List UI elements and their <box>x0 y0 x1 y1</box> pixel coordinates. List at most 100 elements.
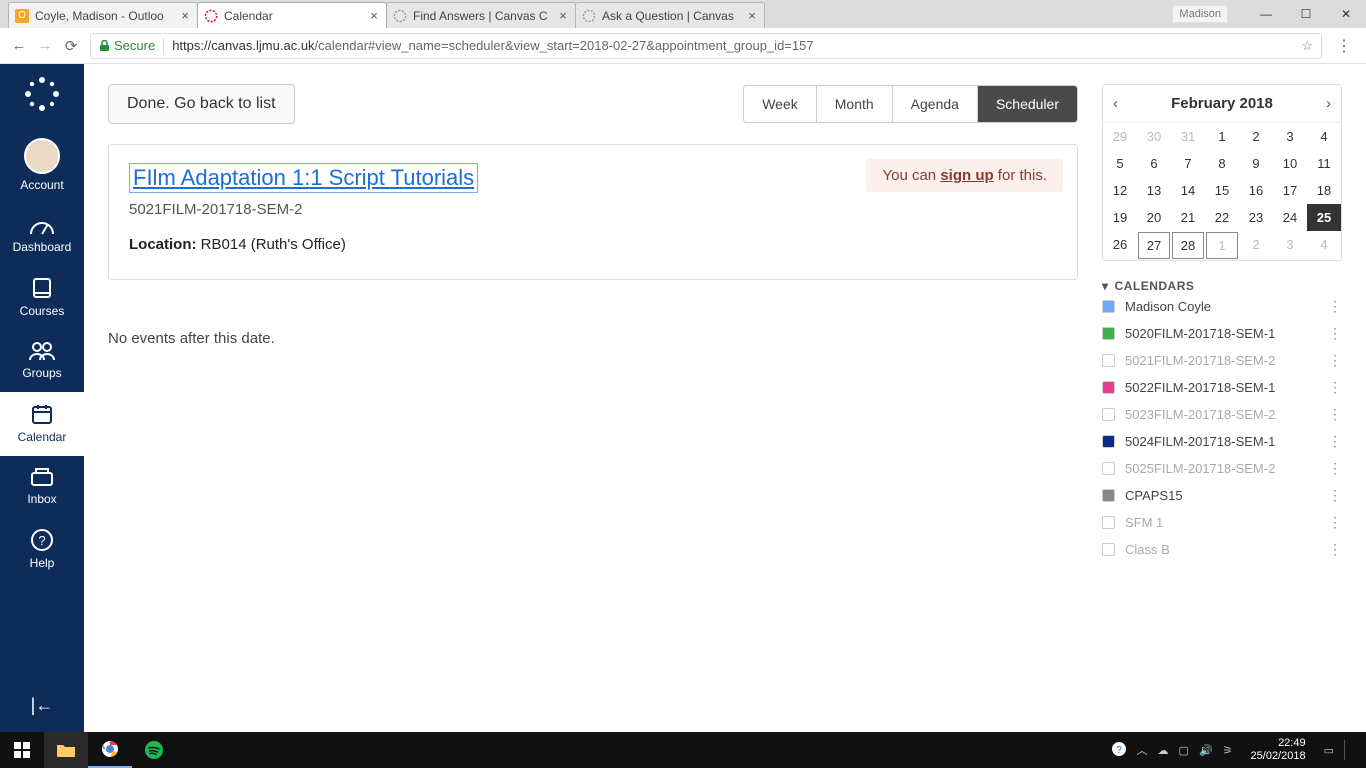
mini-calendar-day[interactable]: 25 <box>1307 204 1341 231</box>
kebab-icon[interactable]: ⋮ <box>1328 487 1342 504</box>
mini-calendar-day[interactable]: 8 <box>1205 150 1239 177</box>
mini-calendar-day[interactable]: 10 <box>1273 150 1307 177</box>
mini-calendar-day[interactable]: 22 <box>1205 204 1239 231</box>
nav-help[interactable]: ? Help <box>0 518 84 582</box>
kebab-icon[interactable]: ⋮ <box>1328 460 1342 477</box>
mini-calendar-day[interactable]: 30 <box>1137 123 1171 150</box>
mini-calendar-day[interactable]: 18 <box>1307 177 1341 204</box>
kebab-icon[interactable]: ⋮ <box>1328 379 1342 396</box>
kebab-icon[interactable]: ⋮ <box>1328 433 1342 450</box>
mini-calendar-day[interactable]: 11 <box>1307 150 1341 177</box>
mini-calendar-day[interactable]: 21 <box>1171 204 1205 231</box>
mini-calendar-day[interactable]: 29 <box>1103 123 1137 150</box>
bookmark-star-icon[interactable]: ☆ <box>1295 38 1313 54</box>
mini-calendar-day[interactable]: 28 <box>1172 232 1204 259</box>
nav-groups[interactable]: Groups <box>0 330 84 392</box>
close-icon[interactable]: × <box>557 8 569 23</box>
browser-menu-button[interactable]: ⋮ <box>1328 36 1360 56</box>
taskbar-file-explorer[interactable] <box>44 732 88 768</box>
kebab-icon[interactable]: ⋮ <box>1328 325 1342 342</box>
mini-calendar-day[interactable]: 1 <box>1206 232 1238 259</box>
tray-battery-icon[interactable]: ▢ <box>1179 744 1189 757</box>
calendar-color-swatch[interactable] <box>1102 300 1115 313</box>
reload-button[interactable]: ⟳ <box>58 33 84 59</box>
address-bar[interactable]: Secure https://canvas.ljmu.ac.uk/calenda… <box>90 33 1322 59</box>
mini-calendar-day[interactable]: 4 <box>1307 123 1341 150</box>
close-icon[interactable]: × <box>368 8 380 23</box>
tray-volume-icon[interactable]: 🔊 <box>1199 744 1213 757</box>
appointment-title-link[interactable]: FIlm Adaptation 1:1 Script Tutorials <box>129 163 478 193</box>
calendar-list-item[interactable]: CPAPS15⋮ <box>1102 482 1342 509</box>
calendar-list-item[interactable]: 5020FILM-201718-SEM-1⋮ <box>1102 320 1342 347</box>
nav-dashboard[interactable]: Dashboard <box>0 204 84 266</box>
window-maximize-button[interactable]: ☐ <box>1286 1 1326 27</box>
calendar-list-item[interactable]: 5021FILM-201718-SEM-2⋮ <box>1102 347 1342 374</box>
calendar-list-item[interactable]: 5025FILM-201718-SEM-2⋮ <box>1102 455 1342 482</box>
tray-onedrive-icon[interactable]: ☁ <box>1158 744 1169 757</box>
nav-inbox[interactable]: Inbox <box>0 456 84 518</box>
calendar-color-swatch[interactable] <box>1102 327 1115 340</box>
nav-calendar[interactable]: Calendar <box>0 392 84 456</box>
mini-calendar-day[interactable]: 17 <box>1273 177 1307 204</box>
mini-calendar-day[interactable]: 3 <box>1273 231 1307 258</box>
calendar-list-item[interactable]: 5023FILM-201718-SEM-2⋮ <box>1102 401 1342 428</box>
mini-calendar-day[interactable]: 15 <box>1205 177 1239 204</box>
calendar-list-item[interactable]: Class B⋮ <box>1102 536 1342 563</box>
mini-calendar-day[interactable]: 31 <box>1171 123 1205 150</box>
view-tab-week[interactable]: Week <box>744 86 816 122</box>
kebab-icon[interactable]: ⋮ <box>1328 298 1342 315</box>
mini-calendar-day[interactable]: 27 <box>1138 232 1170 259</box>
calendar-list-item[interactable]: 5024FILM-201718-SEM-1⋮ <box>1102 428 1342 455</box>
mini-calendar-day[interactable]: 23 <box>1239 204 1273 231</box>
back-button[interactable]: ← <box>6 33 32 59</box>
browser-tab[interactable]: O Coyle, Madison - Outloo × <box>8 2 198 28</box>
calendar-color-swatch[interactable] <box>1102 543 1115 556</box>
canvas-logo[interactable] <box>22 74 62 114</box>
nav-courses[interactable]: Courses <box>0 266 84 330</box>
taskbar-spotify[interactable] <box>132 732 176 768</box>
mini-calendar-day[interactable]: 1 <box>1205 123 1239 150</box>
taskbar-chrome[interactable] <box>88 732 132 768</box>
view-tab-scheduler[interactable]: Scheduler <box>977 86 1077 122</box>
mini-calendar-day[interactable]: 13 <box>1137 177 1171 204</box>
mini-calendar-day[interactable]: 12 <box>1103 177 1137 204</box>
kebab-icon[interactable]: ⋮ <box>1328 541 1342 558</box>
signup-link[interactable]: sign up <box>940 167 993 184</box>
mini-calendar-day[interactable]: 3 <box>1273 123 1307 150</box>
mini-calendar-day[interactable]: 14 <box>1171 177 1205 204</box>
kebab-icon[interactable]: ⋮ <box>1328 352 1342 369</box>
kebab-icon[interactable]: ⋮ <box>1328 406 1342 423</box>
calendar-color-swatch[interactable] <box>1102 381 1115 394</box>
calendar-color-swatch[interactable] <box>1102 516 1115 529</box>
tray-chevron-up-icon[interactable]: ︿ <box>1137 742 1148 758</box>
calendar-color-swatch[interactable] <box>1102 489 1115 502</box>
window-close-button[interactable]: ✕ <box>1326 1 1366 27</box>
mini-calendar-day[interactable]: 6 <box>1137 150 1171 177</box>
mini-calendar-day[interactable]: 2 <box>1239 231 1273 258</box>
view-tab-month[interactable]: Month <box>816 86 892 122</box>
browser-tab[interactable]: Find Answers | Canvas C × <box>386 2 576 28</box>
mini-calendar-day[interactable]: 16 <box>1239 177 1273 204</box>
mini-calendar-day[interactable]: 24 <box>1273 204 1307 231</box>
mini-calendar-day[interactable]: 26 <box>1103 231 1137 258</box>
mini-calendar-day[interactable]: 7 <box>1171 150 1205 177</box>
calendar-color-swatch[interactable] <box>1102 408 1115 421</box>
browser-tab[interactable]: Ask a Question | Canvas × <box>575 2 765 28</box>
nav-collapse-button[interactable]: |← <box>31 679 54 732</box>
prev-month-button[interactable]: ‹ <box>1113 95 1118 112</box>
kebab-icon[interactable]: ⋮ <box>1328 514 1342 531</box>
next-month-button[interactable]: › <box>1326 95 1331 112</box>
tray-wifi-icon[interactable]: ⚞ <box>1223 744 1233 757</box>
taskbar-clock[interactable]: 22:49 25/02/2018 <box>1243 737 1314 762</box>
mini-calendar-day[interactable]: 4 <box>1307 231 1341 258</box>
done-go-back-button[interactable]: Done. Go back to list <box>108 84 295 124</box>
action-center-icon[interactable]: ▭ <box>1324 744 1334 757</box>
mini-calendar-day[interactable]: 5 <box>1103 150 1137 177</box>
chrome-profile-badge[interactable]: Madison <box>1172 5 1228 23</box>
view-tab-agenda[interactable]: Agenda <box>892 86 977 122</box>
calendar-color-swatch[interactable] <box>1102 462 1115 475</box>
window-minimize-button[interactable]: — <box>1246 1 1286 27</box>
calendar-list-item[interactable]: Madison Coyle⋮ <box>1102 293 1342 320</box>
close-icon[interactable]: × <box>746 8 758 23</box>
close-icon[interactable]: × <box>179 8 191 23</box>
